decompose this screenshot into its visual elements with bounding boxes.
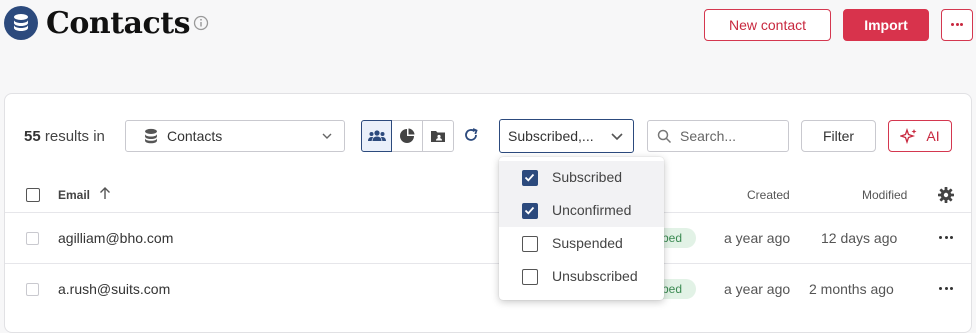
page-title: Contacts	[46, 6, 191, 41]
new-contact-button[interactable]: New contact	[704, 9, 831, 41]
column-settings-button[interactable]	[937, 186, 955, 204]
ai-label: AI	[926, 128, 940, 144]
status-select[interactable]: Subscribed,...	[499, 119, 634, 153]
column-header-created[interactable]: Created	[747, 187, 790, 203]
results-count: 55	[24, 128, 41, 145]
ai-button[interactable]: AI	[888, 120, 952, 152]
results-summary: 55 results in	[24, 127, 105, 147]
option-checkbox[interactable]	[522, 236, 538, 252]
check-icon	[524, 206, 535, 215]
row-email[interactable]: agilliam@bho.com	[58, 229, 173, 247]
info-icon[interactable]	[193, 15, 209, 31]
more-actions-button[interactable]	[941, 9, 973, 41]
column-email-label: Email	[58, 188, 91, 202]
search-box[interactable]	[647, 120, 789, 152]
status-dropdown-menu: Subscribed Unconfirmed Suspended Unsubsc…	[499, 157, 664, 300]
row-modified: 12 days ago	[821, 230, 898, 246]
status-option-subscribed[interactable]: Subscribed	[499, 161, 664, 194]
source-select-value: Contacts	[167, 128, 223, 144]
check-icon	[524, 173, 535, 182]
results-suffix: results in	[44, 128, 105, 145]
divider	[5, 212, 971, 213]
row-email[interactable]: a.rush@suits.com	[58, 280, 170, 298]
view-segments-button[interactable]	[392, 120, 423, 152]
divider	[5, 263, 971, 264]
refresh-button[interactable]	[463, 127, 481, 145]
gear-icon	[938, 187, 954, 203]
row-checkbox[interactable]	[26, 283, 39, 296]
search-icon	[657, 129, 672, 144]
option-label: Suspended	[552, 235, 623, 251]
option-checkbox[interactable]	[522, 269, 538, 285]
refresh-icon	[465, 128, 478, 141]
row-checkbox[interactable]	[26, 232, 39, 245]
database-icon	[14, 14, 28, 31]
view-people-button[interactable]	[361, 120, 392, 152]
column-header-email[interactable]: Email	[58, 187, 90, 203]
option-label: Unconfirmed	[552, 202, 632, 218]
row-more-icon[interactable]	[939, 287, 953, 291]
sort-up-icon[interactable]	[99, 186, 111, 202]
view-lists-button[interactable]	[423, 120, 454, 152]
row-more-icon[interactable]	[939, 236, 953, 240]
folder-user-icon	[431, 131, 445, 142]
search-input[interactable]	[678, 127, 782, 145]
import-button[interactable]: Import	[843, 9, 929, 41]
row-created: a year ago	[724, 230, 791, 246]
row-created: a year ago	[724, 281, 791, 297]
row-modified: 2 months ago	[809, 281, 894, 297]
people-icon	[367, 130, 386, 141]
status-select-value: Subscribed,...	[508, 128, 594, 144]
option-label: Unsubscribed	[552, 268, 638, 284]
option-label: Subscribed	[552, 169, 623, 185]
column-header-modified[interactable]: Modified	[862, 187, 907, 203]
new-contact-label: New contact	[728, 17, 807, 33]
filter-button[interactable]: Filter	[801, 120, 876, 152]
option-checkbox[interactable]	[522, 170, 538, 186]
more-icon	[951, 23, 963, 27]
status-option-unsubscribed[interactable]: Unsubscribed	[499, 260, 664, 293]
sparkle-icon	[900, 128, 917, 144]
select-all-checkbox[interactable]	[26, 188, 40, 202]
import-label: Import	[864, 17, 908, 33]
option-checkbox[interactable]	[522, 203, 538, 219]
database-icon	[145, 128, 157, 144]
status-option-suspended[interactable]: Suspended	[499, 227, 664, 260]
status-option-unconfirmed[interactable]: Unconfirmed	[499, 194, 664, 227]
source-select[interactable]: Contacts	[125, 120, 345, 152]
app-logo	[4, 6, 38, 40]
chevron-down-icon	[611, 133, 623, 141]
chevron-down-icon	[322, 133, 332, 139]
pie-chart-icon	[400, 128, 415, 143]
filter-label: Filter	[822, 128, 855, 144]
